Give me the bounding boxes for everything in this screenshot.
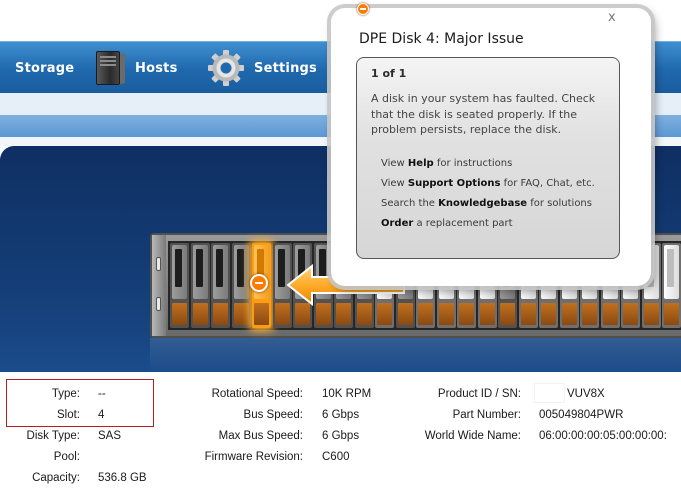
link-text: for solutions	[527, 198, 592, 209]
bus-speed-value: 6 Gbps	[322, 409, 360, 421]
popup-title: DPE Disk 4: Major Issue	[359, 31, 524, 47]
help-link-label[interactable]: Help	[408, 158, 434, 169]
enclosure-reflection	[150, 338, 681, 372]
knowledgebase-link-label[interactable]: Knowledgebase	[438, 198, 527, 209]
type-label: Type:	[51, 388, 80, 400]
nav-settings-label: Settings	[254, 60, 317, 76]
disk-slot[interactable]	[170, 243, 189, 328]
bus-speed-label: Bus Speed:	[243, 409, 303, 421]
fault-indicator-icon[interactable]	[250, 274, 268, 292]
server-icon	[92, 48, 127, 88]
nav-hosts-label: Hosts	[135, 60, 178, 76]
popup-count: 1 of 1	[371, 67, 407, 80]
support-options-link-label[interactable]: Support Options	[408, 178, 501, 189]
disk-slot[interactable]	[211, 243, 230, 328]
capacity-value: 536.8 GB	[98, 472, 147, 484]
support-options-link[interactable]: View Support Options for FAQ, Chat, etc.	[381, 178, 595, 189]
nav-storage[interactable]: Storage	[15, 42, 74, 94]
disk-type-label: Disk Type:	[26, 430, 80, 442]
disk-slot[interactable]	[190, 243, 210, 328]
help-link[interactable]: View Help for instructions	[381, 158, 512, 169]
order-part-link[interactable]: Order a replacement part	[381, 218, 513, 229]
slot-value: 4	[98, 409, 105, 421]
disk-slot[interactable]	[231, 243, 251, 328]
capacity-label: Capacity:	[32, 472, 80, 484]
nav-hosts[interactable]: Hosts	[92, 42, 178, 94]
rotational-speed-value: 10K RPM	[322, 388, 372, 400]
wwn-value: 06:00:00:00:05:00:00:00:	[539, 430, 667, 442]
slot-label: Slot:	[56, 409, 80, 421]
nav-storage-label: Storage	[15, 60, 75, 76]
disk-type-value: SAS	[98, 430, 122, 442]
gear-icon	[206, 48, 246, 88]
order-link-label[interactable]: Order	[381, 218, 413, 229]
highlight-box	[6, 379, 154, 427]
popup-pin-icon	[357, 3, 369, 15]
popup-message: A disk in your system has faulted. Check…	[371, 92, 596, 136]
type-value: --	[98, 388, 106, 400]
part-number-label: Part Number:	[452, 409, 521, 421]
firmware-revision-label: Firmware Revision:	[204, 451, 303, 463]
part-number-value: 005049804PWR	[539, 409, 624, 421]
link-text: View	[381, 158, 408, 169]
nav-settings[interactable]: Settings	[206, 42, 317, 94]
link-text: for instructions	[433, 158, 513, 169]
product-id-value: VUV8X	[567, 388, 605, 400]
link-text: for FAQ, Chat, etc.	[500, 178, 595, 189]
max-bus-speed-label: Max Bus Speed:	[218, 430, 303, 442]
disk-slot[interactable]	[662, 243, 681, 328]
pool-label: Pool:	[53, 451, 80, 463]
knowledgebase-link[interactable]: Search the Knowledgebase for solutions	[381, 198, 592, 209]
link-text: Search the	[381, 198, 439, 209]
firmware-revision-value: C600	[322, 451, 350, 463]
product-id-label: Product ID / SN:	[437, 388, 521, 400]
wwn-label: World Wide Name:	[424, 430, 521, 442]
close-icon[interactable]: x	[608, 10, 616, 25]
link-text: View	[381, 178, 408, 189]
max-bus-speed-value: 6 Gbps	[322, 430, 360, 442]
link-text: a replacement part	[413, 218, 513, 229]
rotational-speed-label: Rotational Speed:	[211, 388, 303, 400]
enclosure-left-ear	[152, 235, 166, 336]
serial-mask	[534, 383, 565, 403]
